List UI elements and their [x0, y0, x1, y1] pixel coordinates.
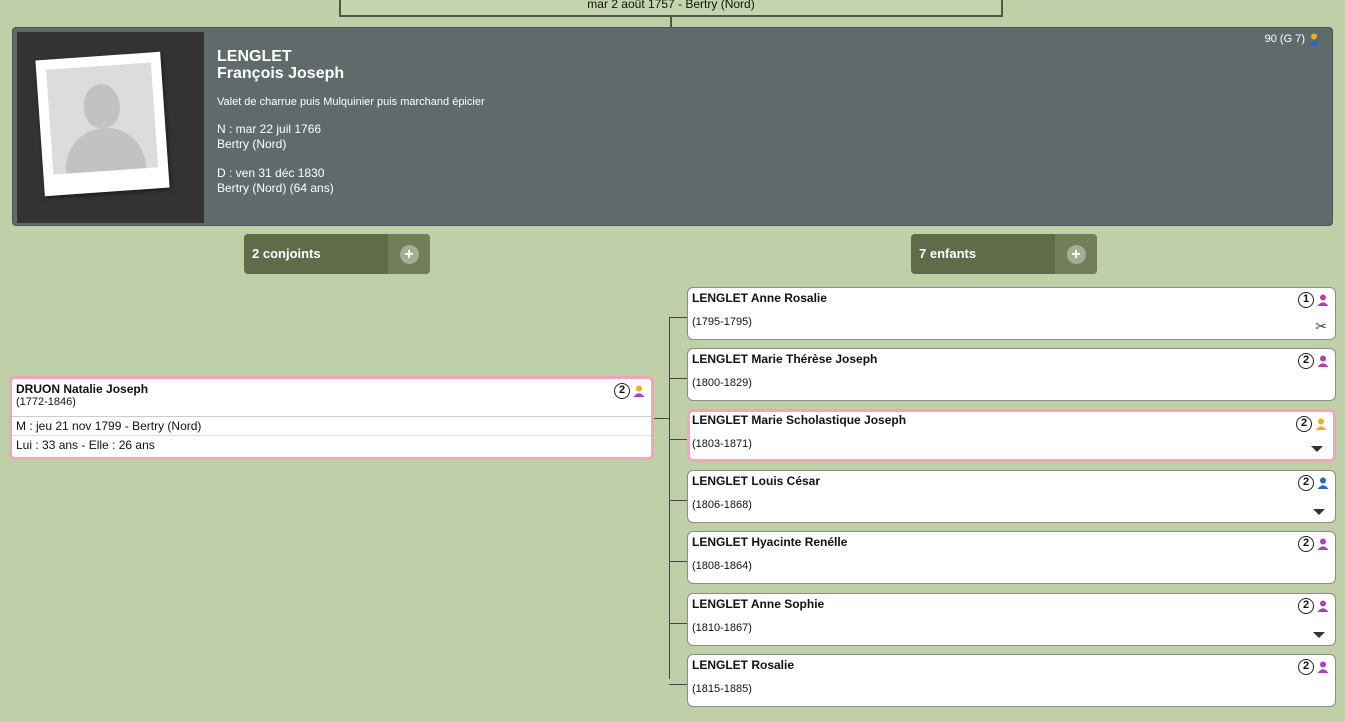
- child-name[interactable]: LENGLET Louis César: [692, 474, 820, 488]
- child-badge: 2: [1296, 416, 1327, 432]
- tree-connector: [669, 623, 687, 624]
- child-dates: (1806-1868): [692, 499, 752, 511]
- marriage-info: M : jeu 21 nov 1799 - Bertry (Nord): [12, 417, 651, 436]
- death-date: D : ven 31 déc 1830: [217, 166, 325, 180]
- plus-icon: +: [1066, 244, 1086, 264]
- children-count-label: 7 enfants: [919, 246, 977, 261]
- tree-connector: [669, 684, 687, 685]
- sosa-text: 90 (G 7): [1264, 33, 1305, 45]
- spouse-header: DRUON Natalie Joseph (1772-1846): [12, 379, 651, 417]
- child-badge: 2: [1298, 475, 1329, 491]
- parents-marriage-box[interactable]: mar 2 août 1757 - Bertry (Nord): [339, 0, 1003, 17]
- person-icon[interactable]: [1317, 355, 1329, 367]
- child-dates: (1795-1795): [692, 316, 752, 328]
- expand-arrow-icon[interactable]: [1313, 632, 1325, 638]
- birth-date: N : mar 22 juil 1766: [217, 122, 322, 136]
- person-icon[interactable]: [1317, 477, 1329, 489]
- child-badge: 2: [1298, 659, 1329, 675]
- marriage-ages: Lui : 33 ans - Elle : 26 ans: [16, 438, 155, 452]
- spouse-card[interactable]: DRUON Natalie Joseph (1772-1846) M : jeu…: [9, 376, 654, 460]
- tree-connector: [669, 439, 687, 440]
- spouse-badge: 2: [614, 383, 645, 399]
- child-card[interactable]: LENGLET Anne Rosalie (1795-1795) 1 ✂: [687, 287, 1336, 340]
- person-occupation: Valet de charrue puis Mulquinier puis ma…: [217, 96, 485, 108]
- avatar[interactable]: [35, 51, 170, 197]
- child-name[interactable]: LENGLET Anne Sophie: [692, 597, 824, 611]
- tree-connector: [670, 17, 672, 27]
- relationship-number: 2: [1298, 353, 1314, 369]
- child-name[interactable]: LENGLET Hyacinte Renélle: [692, 535, 847, 549]
- spouse-name[interactable]: DRUON Natalie Joseph: [16, 382, 647, 396]
- tree-connector: [654, 418, 669, 419]
- child-card[interactable]: LENGLET Marie Thérèse Joseph (1800-1829) 2: [687, 348, 1336, 401]
- child-dates: (1810-1867): [692, 622, 752, 634]
- death-place: Bertry (Nord) (64 ans): [217, 181, 334, 195]
- child-dates: (1815-1885): [692, 683, 752, 695]
- main-person-info: LENGLET François Joseph Valet de charrue…: [217, 48, 485, 196]
- person-given-name: François Joseph: [217, 65, 345, 82]
- child-badge: 2: [1298, 598, 1329, 614]
- child-dates: (1808-1864): [692, 560, 752, 572]
- child-dates: (1800-1829): [692, 377, 752, 389]
- plus-icon: +: [399, 244, 419, 264]
- add-child-button[interactable]: +: [1055, 234, 1097, 274]
- person-icon[interactable]: [1308, 33, 1320, 45]
- relationship-number: 1: [1298, 292, 1314, 308]
- person-icon[interactable]: [1315, 418, 1327, 430]
- expand-arrow-icon[interactable]: [1313, 509, 1325, 515]
- spouse-dates: (1772-1846): [16, 396, 76, 408]
- person-icon[interactable]: [1317, 538, 1329, 550]
- person-icon[interactable]: [1317, 661, 1329, 673]
- expand-arrow-icon[interactable]: [1311, 446, 1323, 452]
- child-dates: (1803-1871): [692, 438, 752, 450]
- child-name[interactable]: LENGLET Marie Scholastique Joseph: [692, 413, 906, 427]
- child-badge: 1: [1298, 292, 1329, 308]
- relationship-number: 2: [1298, 659, 1314, 675]
- silhouette-body: [63, 125, 147, 175]
- person-icon[interactable]: [1317, 294, 1329, 306]
- sosa-number: 90 (G 7): [1265, 33, 1320, 45]
- avatar-placeholder: [46, 62, 159, 175]
- parents-marriage-text: mar 2 août 1757 - Bertry (Nord): [587, 0, 755, 11]
- spouses-count-label: 2 conjoints: [252, 246, 321, 261]
- child-card[interactable]: LENGLET Marie Scholastique Joseph (1803-1…: [687, 409, 1336, 462]
- relationship-number: 2: [1298, 475, 1314, 491]
- child-name[interactable]: LENGLET Rosalie: [692, 658, 794, 672]
- photo-frame: [17, 32, 204, 223]
- child-card[interactable]: LENGLET Hyacinte Renélle (1808-1864) 2: [687, 531, 1336, 584]
- silhouette-icon: [82, 82, 122, 130]
- relationship-number: 2: [1298, 598, 1314, 614]
- spouses-count-box: 2 conjoints +: [244, 234, 430, 274]
- person-surname: LENGLET: [217, 48, 292, 65]
- child-card[interactable]: LENGLET Louis César (1806-1868) 2: [687, 470, 1336, 523]
- child-card[interactable]: LENGLET Rosalie (1815-1885) 2: [687, 654, 1336, 707]
- main-person-card: LENGLET François Joseph Valet de charrue…: [12, 27, 1333, 226]
- child-name[interactable]: LENGLET Anne Rosalie: [692, 291, 827, 305]
- relationship-number: 2: [1296, 416, 1312, 432]
- female-person-icon[interactable]: [633, 385, 645, 397]
- child-badge: 2: [1298, 536, 1329, 552]
- children-count-box: 7 enfants +: [911, 234, 1097, 274]
- tree-connector: [669, 561, 687, 562]
- relationship-number: 2: [614, 383, 630, 399]
- tree-connector: [669, 317, 687, 318]
- birth-place: Bertry (Nord): [217, 137, 287, 151]
- child-name[interactable]: LENGLET Marie Thérèse Joseph: [692, 352, 877, 366]
- child-badge: 2: [1298, 353, 1329, 369]
- tree-connector: [669, 317, 670, 679]
- person-icon[interactable]: [1317, 600, 1329, 612]
- tree-connector: [669, 500, 687, 501]
- scissors-icon[interactable]: ✂: [1315, 318, 1327, 335]
- add-spouse-button[interactable]: +: [388, 234, 430, 274]
- relationship-number: 2: [1298, 536, 1314, 552]
- tree-connector: [669, 378, 687, 379]
- child-card[interactable]: LENGLET Anne Sophie (1810-1867) 2: [687, 593, 1336, 646]
